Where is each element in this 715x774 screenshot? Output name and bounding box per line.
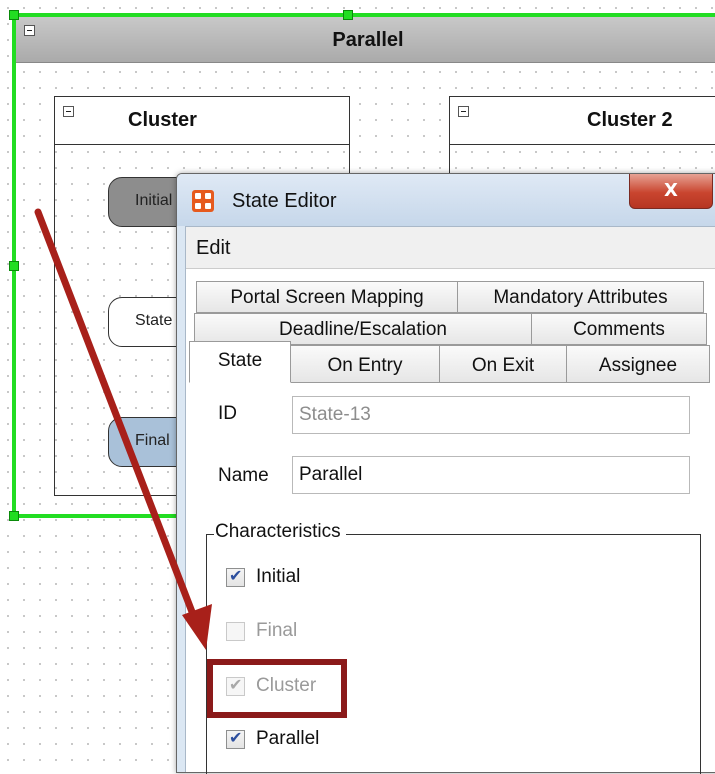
annotation-arrow: [34, 208, 212, 650]
tab-state[interactable]: State: [189, 341, 291, 383]
